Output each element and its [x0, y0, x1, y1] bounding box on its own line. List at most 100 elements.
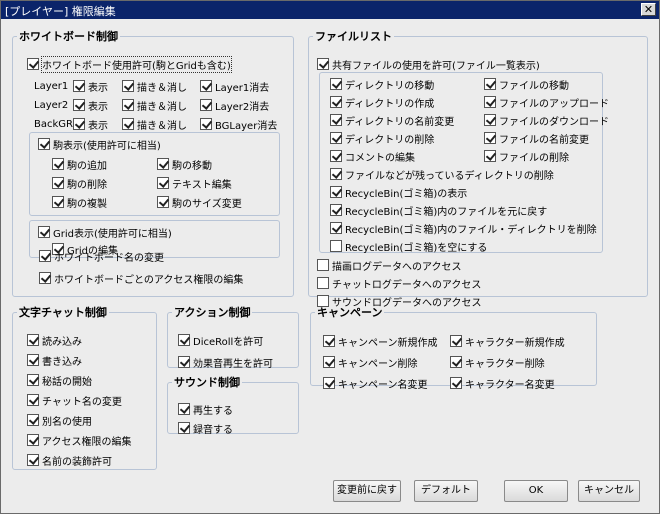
campaign-delete-checkbox[interactable]: キャンペーン削除: [323, 355, 418, 370]
piece-move-checkbox[interactable]: 駒の移動: [157, 157, 212, 172]
checkbox-box: [178, 403, 190, 415]
chat-legend: 文字チャット制御: [19, 306, 107, 319]
checkbox-label: BGLayer消去: [215, 120, 278, 132]
backgr-show-checkbox[interactable]: 表示: [73, 117, 108, 132]
checkbox-box: [39, 272, 51, 284]
checkbox-box: [27, 434, 39, 446]
checkbox-label: RecycleBin(ゴミ箱)内のファイル・ディレクトリを削除: [345, 224, 597, 236]
chat-group: 文字チャット制御 読み込み 書き込み 秘話の開始 チャット名の変更 別名の使用 …: [12, 304, 157, 470]
filelist-subgroup: ディレクトリの移動 ファイルの移動 ディレクトリの作成 ファイルのアップロード …: [319, 72, 609, 254]
draw-log-access-checkbox[interactable]: 描画ログデータへのアクセス: [317, 258, 462, 273]
sound-effect-allow-checkbox[interactable]: 効果音再生を許可: [178, 355, 273, 370]
layer2-clear-checkbox[interactable]: Layer2消去: [200, 98, 270, 113]
text-edit-checkbox[interactable]: テキスト編集: [157, 176, 232, 191]
checkbox-box: [484, 96, 496, 108]
chat-name-change-checkbox[interactable]: チャット名の変更: [27, 393, 122, 408]
checkbox-label: ファイルの名前変更: [499, 134, 589, 146]
checkbox-label: キャンペーン削除: [338, 358, 418, 370]
layer1-draw-checkbox[interactable]: 描き＆消し: [122, 79, 187, 94]
checkbox-box: [27, 454, 39, 466]
checkbox-label: テキスト編集: [172, 179, 232, 191]
character-create-checkbox[interactable]: キャラクター新規作成: [450, 334, 565, 349]
character-rename-checkbox[interactable]: キャラクター名変更: [450, 376, 555, 391]
piece-add-checkbox[interactable]: 駒の追加: [52, 157, 107, 172]
file-delete-checkbox[interactable]: ファイルの削除: [484, 149, 569, 164]
recyclebin-delete-checkbox[interactable]: RecycleBin(ゴミ箱)内のファイル・ディレクトリを削除: [330, 221, 597, 236]
file-move-checkbox[interactable]: ファイルの移動: [484, 77, 569, 92]
diceroll-allow-checkbox[interactable]: DiceRollを許可: [178, 333, 263, 348]
chat-access-edit-checkbox[interactable]: アクセス権限の編集: [27, 433, 132, 448]
piece-show-checkbox[interactable]: 駒表示(使用許可に相当): [38, 137, 161, 152]
layer2-draw-checkbox[interactable]: 描き＆消し: [122, 98, 187, 113]
checkbox-box: [38, 226, 50, 238]
file-rename-checkbox[interactable]: ファイルの名前変更: [484, 131, 589, 146]
checkbox-label: キャンペーン新規作成: [338, 337, 438, 349]
name-decoration-checkbox[interactable]: 名前の装飾許可: [27, 453, 112, 468]
checkbox-box: [52, 177, 64, 189]
piece-delete-checkbox[interactable]: 駒の削除: [52, 176, 107, 191]
sound-play-checkbox[interactable]: 再生する: [178, 402, 233, 417]
whiteboard-rename-checkbox[interactable]: ホワイトボード名の変更: [39, 249, 164, 264]
sound-record-checkbox[interactable]: 録音する: [178, 421, 233, 436]
file-download-checkbox[interactable]: ファイルのダウンロード: [484, 113, 609, 128]
filelist-allow-checkbox[interactable]: 共有ファイルの使用を許可(ファイル一覧表示): [317, 57, 540, 72]
layer1-show-checkbox[interactable]: 表示: [73, 79, 108, 94]
checkbox-box: [122, 80, 134, 92]
recyclebin-empty-checkbox[interactable]: RecycleBin(ゴミ箱)を空にする: [330, 239, 487, 254]
dir-move-checkbox[interactable]: ディレクトリの移動: [330, 77, 434, 92]
character-delete-checkbox[interactable]: キャラクター削除: [450, 355, 545, 370]
checkbox-label: 表示: [88, 101, 108, 113]
close-button[interactable]: ✕: [641, 3, 656, 16]
default-button[interactable]: デフォルト: [414, 480, 478, 502]
campaign-create-checkbox[interactable]: キャンペーン新規作成: [323, 334, 438, 349]
checkbox-box: [73, 99, 85, 111]
recyclebin-restore-checkbox[interactable]: RecycleBin(ゴミ箱)内のファイルを元に戻す: [330, 203, 547, 218]
checkbox-label: ホワイトボード名の変更: [54, 252, 164, 264]
action-legend: アクション制御: [174, 306, 251, 319]
checkbox-box: [330, 132, 342, 144]
piece-copy-checkbox[interactable]: 駒の複製: [52, 195, 107, 210]
checkbox-label: 共有ファイルの使用を許可(ファイル一覧表示): [332, 60, 540, 72]
dir-delete-checkbox[interactable]: ディレクトリの削除: [330, 131, 434, 146]
recyclebin-show-checkbox[interactable]: RecycleBin(ゴミ箱)の表示: [330, 185, 467, 200]
chat-write-checkbox[interactable]: 書き込み: [27, 353, 82, 368]
campaign-group: キャンペーン キャンペーン新規作成 キャラクター新規作成 キャンペーン削除 キャ…: [310, 304, 597, 391]
checkbox-box: [39, 250, 51, 262]
piece-resize-checkbox[interactable]: 駒のサイズ変更: [157, 195, 242, 210]
whiteboard-access-edit-checkbox[interactable]: ホワイトボードごとのアクセス権限の編集: [39, 271, 243, 286]
cancel-button[interactable]: キャンセル: [578, 480, 640, 502]
filelist-legend: ファイルリスト: [315, 30, 392, 43]
checkbox-label: Layer2消去: [215, 101, 270, 113]
comment-edit-checkbox[interactable]: コメントの編集: [330, 149, 415, 164]
dir-rename-checkbox[interactable]: ディレクトリの名前変更: [330, 113, 454, 128]
checkbox-box: [484, 132, 496, 144]
revert-button[interactable]: 変更前に戻す: [333, 480, 401, 502]
checkbox-box: [52, 196, 64, 208]
ok-button[interactable]: OK: [504, 480, 568, 502]
checkbox-label: 秘話の開始: [42, 376, 92, 388]
backgr-draw-checkbox[interactable]: 描き＆消し: [122, 117, 187, 132]
backgr-clear-checkbox[interactable]: BGLayer消去: [200, 117, 278, 132]
checkbox-label: Grid表示(使用許可に相当): [53, 228, 172, 240]
checkbox-box: [323, 377, 335, 389]
checkbox-box: [52, 158, 64, 170]
checkbox-box: [157, 177, 169, 189]
checkbox-box: [330, 168, 342, 180]
chat-read-checkbox[interactable]: 読み込み: [27, 333, 82, 348]
checkbox-label: 描き＆消し: [137, 120, 187, 132]
file-upload-checkbox[interactable]: ファイルのアップロード: [484, 95, 609, 110]
dir-create-checkbox[interactable]: ディレクトリの作成: [330, 95, 434, 110]
nonempty-dir-delete-checkbox[interactable]: ファイルなどが残っているディレクトリの削除: [330, 167, 554, 182]
layer2-show-checkbox[interactable]: 表示: [73, 98, 108, 113]
alias-use-checkbox[interactable]: 別名の使用: [27, 413, 92, 428]
whisper-start-checkbox[interactable]: 秘話の開始: [27, 373, 92, 388]
checkbox-box: [27, 58, 39, 70]
layer1-clear-checkbox[interactable]: Layer1消去: [200, 79, 269, 94]
window-title: [プレイヤー] 権限編集: [5, 5, 116, 18]
campaign-rename-checkbox[interactable]: キャンペーン名変更: [323, 376, 428, 391]
checkbox-label: チャット名の変更: [42, 396, 122, 408]
layer-name: Layer1: [34, 81, 69, 92]
chat-log-access-checkbox[interactable]: チャットログデータへのアクセス: [317, 276, 481, 291]
whiteboard-allow-checkbox[interactable]: ホワイトボード使用許可(駒とGridも含む): [27, 55, 232, 73]
grid-show-checkbox[interactable]: Grid表示(使用許可に相当): [38, 225, 172, 240]
